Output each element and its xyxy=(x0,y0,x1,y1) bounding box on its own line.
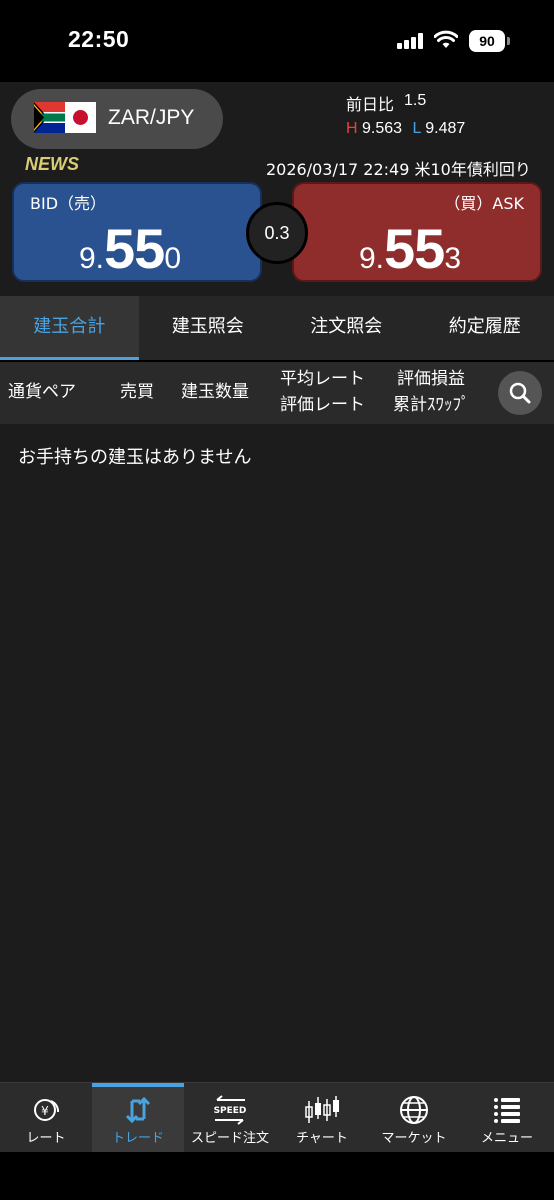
column-swap: 累計ｽﾜｯﾌﾟ xyxy=(393,395,470,415)
bid-label: BID（売） xyxy=(30,194,107,213)
nav-menu[interactable]: メニュー xyxy=(460,1083,554,1153)
bid-price-suffix: 0 xyxy=(164,242,182,275)
status-bar: 22:50 90 xyxy=(0,0,554,82)
tab-order-inquiry[interactable]: 注文照会 xyxy=(277,296,416,360)
column-eval-rate: 評価レート xyxy=(280,395,365,415)
tab-position-total[interactable]: 建玉合計 xyxy=(0,296,139,360)
menu-icon xyxy=(494,1098,520,1123)
nav-chart[interactable]: チャート xyxy=(276,1083,368,1153)
empty-message: お手持ちの建玉はありません xyxy=(18,447,252,468)
currency-pair-label[interactable]: ZAR/JPY xyxy=(108,106,194,130)
spread-badge: 0.3 xyxy=(246,202,308,264)
trade-icon xyxy=(125,1096,151,1124)
bid-price-main: 55 xyxy=(104,217,165,280)
ask-label: （買）ASK xyxy=(444,194,524,213)
nav-market-label: マーケット xyxy=(381,1131,447,1146)
positions-list: お手持ちの建玉はありません xyxy=(0,424,554,1082)
svg-text:¥: ¥ xyxy=(41,1104,49,1118)
wifi-icon xyxy=(434,30,458,48)
cellular-signal-icon xyxy=(397,33,427,49)
nav-rate-label: レート xyxy=(26,1131,66,1146)
nav-trade[interactable]: トレード xyxy=(92,1083,184,1153)
nav-trade-label: トレード xyxy=(111,1131,164,1146)
low-label: L xyxy=(412,120,421,137)
column-avg-rate: 平均レート xyxy=(280,369,365,389)
ask-price-main: 55 xyxy=(384,217,445,280)
search-button[interactable] xyxy=(498,371,542,415)
search-icon xyxy=(509,382,531,404)
chart-icon xyxy=(305,1096,339,1123)
news-label[interactable]: NEWS xyxy=(25,154,79,175)
nav-chart-label: チャート xyxy=(296,1131,348,1146)
position-tabs: 建玉合計 建玉照会 注文照会 約定履歴 xyxy=(0,296,554,360)
ask-price-suffix: 3 xyxy=(444,242,462,275)
low-value: 9.487 xyxy=(425,120,466,137)
bid-price-prefix: 9. xyxy=(79,242,105,275)
high-value: 9.563 xyxy=(362,120,403,137)
ask-button[interactable]: （買）ASK 9.553 xyxy=(292,182,542,282)
bid-price: 9.550 xyxy=(79,216,181,281)
nav-market[interactable]: マーケット xyxy=(368,1083,460,1153)
japan-flag-icon xyxy=(65,102,96,133)
battery-nub xyxy=(507,37,510,45)
speed-order-icon: SPEED xyxy=(214,1095,247,1125)
ask-price: 9.553 xyxy=(359,216,461,281)
high-label: H xyxy=(346,120,358,137)
home-indicator-area xyxy=(0,1152,554,1200)
prev-day-label: 前日比 xyxy=(346,95,395,114)
quote-header: ZAR/JPY 前日比 1.5 H 9.563 L 9.487 NEWS 202… xyxy=(0,82,554,296)
prev-day-value: 1.5 xyxy=(404,92,427,109)
ask-price-prefix: 9. xyxy=(359,242,385,275)
bid-button[interactable]: BID（売） 9.550 xyxy=(12,182,262,282)
column-quantity: 建玉数量 xyxy=(181,382,249,402)
globe-icon xyxy=(400,1096,428,1124)
rate-icon: ¥ xyxy=(34,1099,60,1121)
news-ticker[interactable]: 2026/03/17 22:49 米10年債利回り xyxy=(266,156,546,178)
high-low-row: H 9.563 L 9.487 xyxy=(346,120,465,138)
tab-execution-history[interactable]: 約定履歴 xyxy=(416,296,554,360)
nav-speed-order[interactable]: SPEED スピード注文 xyxy=(184,1083,276,1153)
column-eval-pl: 評価損益 xyxy=(397,369,465,389)
south-africa-flag-icon xyxy=(34,102,65,133)
status-time: 22:50 xyxy=(68,26,130,52)
table-column-header: 通貨ペア 売買 建玉数量 平均レート 評価レート 評価損益 累計ｽﾜｯﾌﾟ xyxy=(0,362,554,424)
svg-text:SPEED: SPEED xyxy=(214,1106,247,1116)
battery-icon: 90 xyxy=(469,30,505,52)
column-side: 売買 xyxy=(120,382,154,402)
nav-menu-label: メニュー xyxy=(480,1131,533,1146)
bottom-nav: ¥ レート トレード SPEED スピード注文 チャート マーケット メニュー xyxy=(0,1082,554,1153)
tab-position-inquiry[interactable]: 建玉照会 xyxy=(139,296,278,360)
column-currency-pair: 通貨ペア xyxy=(8,382,76,402)
nav-speed-order-label: スピード注文 xyxy=(190,1131,269,1146)
nav-rate[interactable]: ¥ レート xyxy=(0,1083,92,1153)
